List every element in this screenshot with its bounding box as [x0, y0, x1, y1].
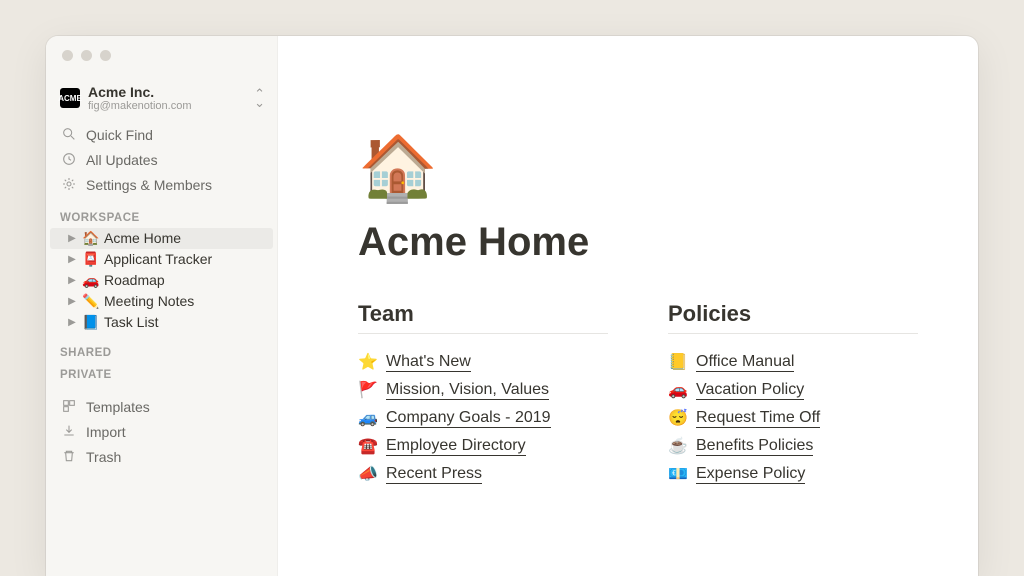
page-link[interactable]: 🚙 Company Goals - 2019 [358, 404, 608, 432]
private-section-label[interactable]: Private [46, 363, 277, 385]
link-label[interactable]: Employee Directory [386, 437, 526, 456]
caret-right-icon[interactable]: ▶ [66, 317, 78, 328]
link-emoji: ☎️ [358, 436, 378, 456]
sidebar-page-item[interactable]: ▶ 🚗Roadmap [50, 270, 273, 291]
gear-icon [60, 176, 78, 195]
close-dot[interactable] [62, 50, 73, 61]
page-list: ▶🏠Acme Home▶📮Applicant Tracker▶🚗Roadmap▶… [46, 228, 277, 333]
link-label[interactable]: Mission, Vision, Values [386, 381, 549, 400]
window-controls [62, 50, 111, 61]
quick-find-button[interactable]: Quick Find [46, 123, 277, 148]
link-label[interactable]: Request Time Off [696, 409, 820, 428]
page-icon[interactable]: 🏠 [358, 136, 918, 200]
workspace-icon: ACME [60, 88, 80, 108]
download-icon [60, 423, 78, 442]
main-content: 🏠 Acme Home Team ⭐ What's New 🚩 Mission, Vis… [278, 36, 978, 576]
caret-right-icon[interactable]: ▶ [66, 275, 78, 286]
trash-label: Trash [86, 449, 121, 465]
quick-find-label: Quick Find [86, 127, 153, 143]
page-link[interactable]: 😴 Request Time Off [668, 404, 918, 432]
page-label: Acme Home [104, 230, 181, 246]
caret-right-icon[interactable]: ▶ [66, 254, 78, 265]
page-label: Roadmap [104, 272, 165, 288]
chevron-up-down-icon[interactable]: ⌃⌄ [254, 89, 265, 107]
settings-button[interactable]: Settings & Members [46, 173, 277, 198]
page-link[interactable]: 🚗 Vacation Policy [668, 376, 918, 404]
all-updates-button[interactable]: All Updates [46, 148, 277, 173]
page-link[interactable]: 💶 Expense Policy [668, 460, 918, 488]
link-emoji: 🚙 [358, 408, 378, 428]
sidebar-page-item[interactable]: ▶ 🏠Acme Home [50, 228, 273, 249]
page-emoji: 🚗 [82, 272, 100, 289]
search-icon [60, 126, 78, 145]
page-link[interactable]: 🚩 Mission, Vision, Values [358, 376, 608, 404]
app-window: ACME Acme Inc. fig@makenotion.com ⌃⌄ Qui… [46, 36, 978, 576]
caret-right-icon[interactable]: ▶ [66, 233, 78, 244]
caret-right-icon[interactable]: ▶ [66, 296, 78, 307]
page-label: Task List [104, 314, 158, 330]
shared-section-label[interactable]: Shared [46, 333, 277, 363]
link-emoji: 🚗 [668, 380, 688, 400]
column: Policies 📒 Office Manual 🚗 Vacation Policy 😴 R… [668, 301, 918, 488]
trash-icon [60, 448, 78, 467]
link-emoji: ⭐ [358, 352, 378, 372]
link-label[interactable]: Company Goals - 2019 [386, 409, 551, 428]
workspace-email: fig@makenotion.com [88, 100, 246, 113]
link-label[interactable]: Expense Policy [696, 465, 805, 484]
page-emoji: 📘 [82, 314, 100, 331]
maximize-dot[interactable] [100, 50, 111, 61]
link-label[interactable]: Office Manual [696, 353, 794, 372]
settings-label: Settings & Members [86, 177, 212, 193]
workspace-name: Acme Inc. [88, 84, 246, 100]
sidebar: ACME Acme Inc. fig@makenotion.com ⌃⌄ Qui… [46, 36, 278, 576]
page-emoji: ✏️ [82, 293, 100, 310]
workspace-section-label: Workspace [46, 198, 277, 228]
page-link[interactable]: 📣 Recent Press [358, 460, 608, 488]
column: Team ⭐ What's New 🚩 Mission, Vision, Values 🚙… [358, 301, 608, 488]
page-title[interactable]: Acme Home [358, 220, 918, 265]
minimize-dot[interactable] [81, 50, 92, 61]
link-emoji: 💶 [668, 464, 688, 484]
link-label[interactable]: What's New [386, 353, 471, 372]
templates-button[interactable]: Templates [46, 395, 277, 420]
workspace-switcher[interactable]: ACME Acme Inc. fig@makenotion.com ⌃⌄ [46, 78, 277, 123]
link-label[interactable]: Recent Press [386, 465, 482, 484]
content-columns: Team ⭐ What's New 🚩 Mission, Vision, Values 🚙… [358, 301, 918, 488]
all-updates-label: All Updates [86, 152, 158, 168]
link-emoji: 😴 [668, 408, 688, 428]
clock-icon [60, 151, 78, 170]
import-button[interactable]: Import [46, 420, 277, 445]
page-link[interactable]: ☎️ Employee Directory [358, 432, 608, 460]
link-label[interactable]: Benefits Policies [696, 437, 813, 456]
link-emoji: 📒 [668, 352, 688, 372]
link-emoji: ☕ [668, 436, 688, 456]
link-emoji: 🚩 [358, 380, 378, 400]
templates-icon [60, 398, 78, 417]
link-label[interactable]: Vacation Policy [696, 381, 804, 400]
templates-label: Templates [86, 399, 150, 415]
page-link[interactable]: ⭐ What's New [358, 348, 608, 376]
column-heading[interactable]: Policies [668, 301, 918, 334]
trash-button[interactable]: Trash [46, 445, 277, 470]
page-link[interactable]: ☕ Benefits Policies [668, 432, 918, 460]
sidebar-page-item[interactable]: ▶ ✏️Meeting Notes [50, 291, 273, 312]
import-label: Import [86, 424, 126, 440]
page-link[interactable]: 📒 Office Manual [668, 348, 918, 376]
link-emoji: 📣 [358, 464, 378, 484]
page-label: Applicant Tracker [104, 251, 212, 267]
column-heading[interactable]: Team [358, 301, 608, 334]
page-emoji: 📮 [82, 251, 100, 268]
sidebar-page-item[interactable]: ▶ 📘Task List [50, 312, 273, 333]
sidebar-page-item[interactable]: ▶ 📮Applicant Tracker [50, 249, 273, 270]
page-emoji: 🏠 [82, 230, 100, 247]
page-label: Meeting Notes [104, 293, 194, 309]
